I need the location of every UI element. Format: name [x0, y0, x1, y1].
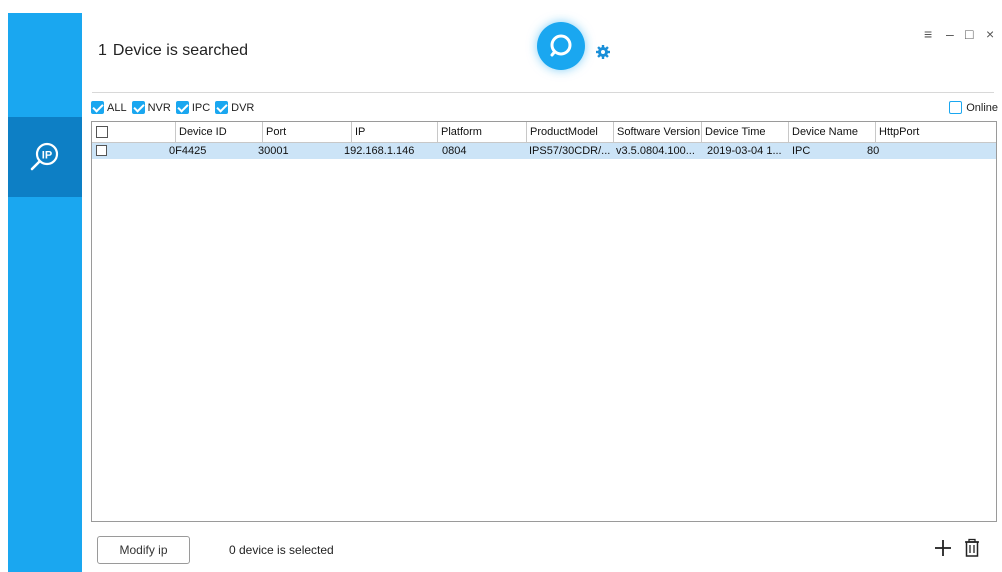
online-filter[interactable]: Online: [949, 101, 998, 114]
filter-all[interactable]: ALL: [91, 101, 127, 114]
column-header-http-port[interactable]: HttpPort: [875, 122, 996, 143]
svg-text:IP: IP: [42, 150, 52, 162]
search-logo-icon: [550, 34, 572, 57]
table-row[interactable]: 0F4425 30001 192.168.1.146 0804 IPS57/30…: [92, 143, 996, 159]
column-header-port[interactable]: Port: [262, 122, 351, 143]
title-text: Device is searched: [112, 42, 249, 59]
row-checkbox[interactable]: [96, 145, 107, 156]
minimize-button[interactable]: –: [946, 27, 954, 41]
cell-http-port: 80: [867, 145, 880, 157]
checkbox-checked-icon[interactable]: [91, 101, 104, 114]
cell-platform: 0804: [442, 145, 467, 157]
online-label: Online: [966, 101, 998, 114]
sidebar-item-ip-search[interactable]: IP: [8, 117, 82, 197]
select-all-checkbox[interactable]: [96, 126, 108, 138]
column-header-product-model[interactable]: ProductModel: [526, 122, 613, 143]
cell-device-time: 2019-03-04 1...: [707, 145, 782, 157]
maximize-button[interactable]: □: [965, 27, 973, 41]
selection-status: 0 device is selected: [229, 543, 334, 557]
checkbox-checked-icon[interactable]: [131, 101, 145, 114]
column-header-ip[interactable]: IP: [351, 122, 437, 143]
add-icon[interactable]: [933, 538, 953, 558]
checkbox-unchecked-icon[interactable]: [949, 101, 963, 114]
filter-nvr[interactable]: NVR: [131, 101, 171, 114]
table-header: Device ID Port IP Platform ProductModel …: [92, 122, 996, 143]
cell-device-name: IPC: [792, 145, 811, 157]
device-table: Device ID Port IP Platform ProductModel …: [91, 121, 997, 522]
checkbox-checked-icon[interactable]: [175, 101, 189, 114]
column-header-device-name[interactable]: Device Name: [788, 122, 875, 143]
filter-all-label: ALL: [107, 101, 127, 114]
filter-bar: ALL NVR IPC DVR: [91, 101, 259, 114]
column-header-software-version[interactable]: Software Version: [613, 122, 701, 143]
cell-port: 30001: [258, 145, 289, 157]
column-header-device-id[interactable]: Device ID: [175, 122, 262, 143]
cell-software-version: v3.5.0804.100...: [616, 145, 695, 157]
page-title: 1 Device is searched: [98, 42, 248, 60]
ip-search-icon: IP: [30, 142, 59, 171]
filter-nvr-label: NVR: [147, 101, 171, 114]
header-divider: [92, 92, 994, 93]
close-button[interactable]: ×: [986, 27, 994, 41]
search-logo[interactable]: [537, 22, 585, 70]
column-header-platform[interactable]: Platform: [437, 122, 526, 143]
filter-dvr-label: DVR: [231, 101, 255, 114]
menu-icon[interactable]: ≡: [924, 27, 932, 41]
sidebar: IP: [8, 13, 82, 572]
cell-ip: 192.168.1.146: [344, 145, 415, 157]
checkbox-checked-icon[interactable]: [215, 101, 229, 114]
device-count: 1: [98, 42, 107, 59]
app-window: IP 1 Device is searched ≡ – □ × ALL NVR …: [0, 0, 1002, 572]
filter-dvr[interactable]: DVR: [215, 101, 254, 114]
filter-ipc[interactable]: IPC: [175, 101, 211, 114]
column-header-device-time[interactable]: Device Time: [701, 122, 788, 143]
trash-icon[interactable]: [962, 538, 982, 558]
modify-ip-button[interactable]: Modify ip: [97, 536, 190, 564]
filter-ipc-label: IPC: [191, 101, 211, 114]
cell-device-id: 0F4425: [169, 145, 207, 157]
cell-product-model: IPS57/30CDR/...: [529, 145, 611, 157]
gear-icon[interactable]: [595, 44, 611, 60]
